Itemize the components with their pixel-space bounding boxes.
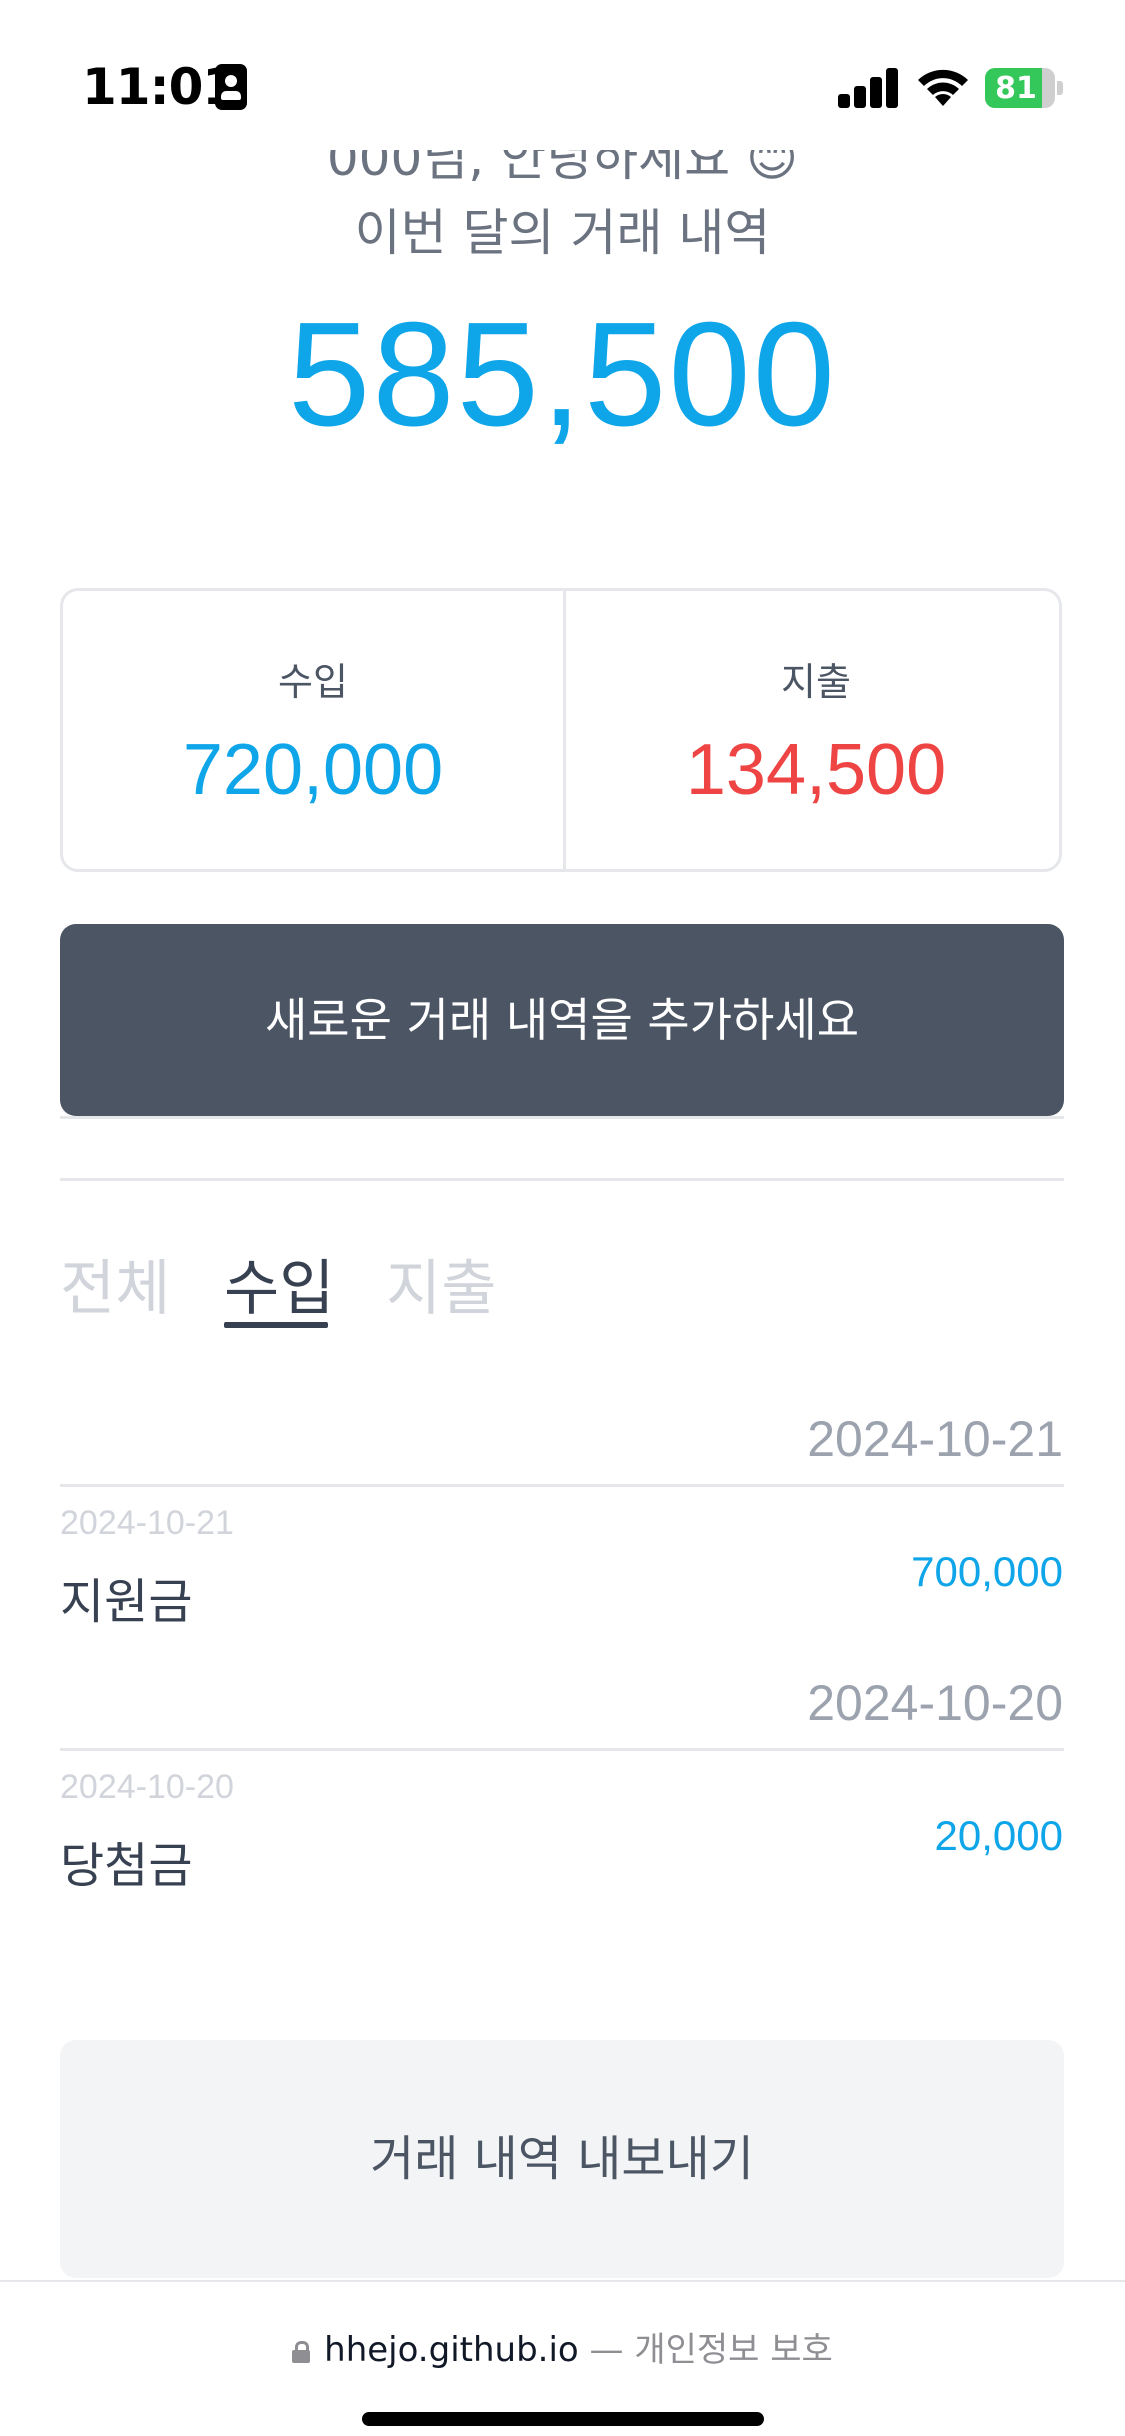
wifi-icon <box>918 69 968 106</box>
transaction-name: 당첨금 <box>60 1838 193 1894</box>
summary-card: 수입 720,000 지출 134,500 <box>60 588 1062 872</box>
lock-icon <box>292 2341 311 2363</box>
url-domain: hhejo.github.io <box>324 2330 579 2370</box>
app-screen: 11:01 81 000님, 안녕하세요 😊 이번 달의 거래 내역 585,5… <box>0 0 1125 2436</box>
cellular-signal-icon <box>838 66 900 108</box>
battery-icon: 81 <box>985 68 1065 108</box>
income-summary: 수입 720,000 <box>63 591 563 869</box>
home-indicator <box>362 2412 764 2426</box>
transaction-name: 지원금 <box>60 1574 193 1630</box>
tab-expense[interactable]: 지출 <box>386 1240 496 1327</box>
tab-income[interactable]: 수입 <box>224 1240 334 1327</box>
group-divider <box>60 1484 1064 1487</box>
expense-summary: 지출 134,500 <box>563 591 1066 869</box>
expense-value: 134,500 <box>685 730 947 810</box>
battery-percent: 81 <box>995 71 1037 106</box>
contact-card-icon <box>215 64 247 110</box>
balance-amount: 585,500 <box>288 292 837 457</box>
active-tab-indicator <box>224 1322 328 1328</box>
add-transaction-button[interactable]: 새로운 거래 내역을 추가하세요 <box>60 924 1064 1116</box>
transaction-date: 2024-10-21 <box>60 1504 234 1542</box>
transaction-amount: 700,000 <box>911 1548 1063 1595</box>
tab-all[interactable]: 전체 <box>60 1240 170 1327</box>
month-subtitle: 이번 달의 거래 내역 <box>354 204 771 262</box>
browser-url-bar[interactable]: hhejo.github.io — 개인정보 보호 <box>0 2280 1125 2436</box>
divider <box>60 1178 1064 1181</box>
transaction-amount: 20,000 <box>934 1812 1063 1859</box>
income-label: 수입 <box>278 660 348 704</box>
privacy-label: 개인정보 보호 <box>634 2330 833 2370</box>
divider <box>60 1116 1064 1119</box>
status-bar: 11:01 81 <box>0 0 1125 150</box>
url-separator: — <box>589 2330 624 2370</box>
income-value: 720,000 <box>182 730 444 810</box>
expense-label: 지출 <box>781 660 851 704</box>
group-date-header: 2024-10-20 <box>807 1675 1063 1731</box>
group-date-header: 2024-10-21 <box>807 1411 1063 1467</box>
group-divider <box>60 1748 1064 1751</box>
status-time: 11:01 <box>82 58 237 116</box>
export-transactions-button[interactable]: 거래 내역 내보내기 <box>60 2040 1064 2278</box>
transaction-date: 2024-10-20 <box>60 1768 234 1806</box>
